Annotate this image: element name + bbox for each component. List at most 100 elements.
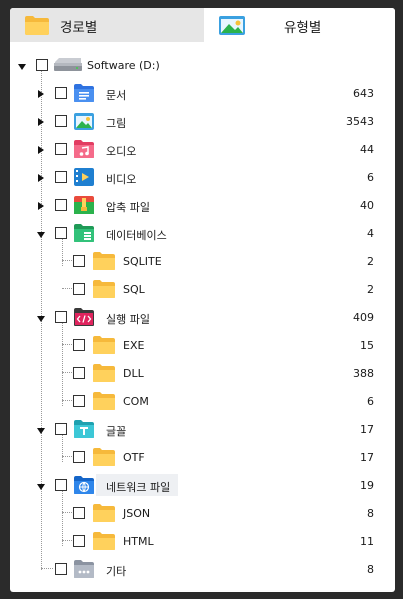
network-folder-icon	[73, 475, 95, 495]
tree-subitem-html[interactable]: HTML 11	[10, 528, 395, 556]
tree-item-documents[interactable]: 문서 643	[10, 80, 395, 108]
tree-item-label: HTML	[123, 535, 154, 548]
tree-item-network[interactable]: 네트워크 파일 19	[10, 472, 395, 500]
file-count: 17	[360, 451, 374, 464]
collapse-toggle[interactable]	[37, 484, 45, 490]
checkbox[interactable]	[55, 87, 67, 99]
tree-item-label: SQLITE	[123, 255, 162, 268]
checkbox[interactable]	[73, 395, 85, 407]
folder-icon	[92, 279, 115, 299]
checkbox[interactable]	[55, 311, 67, 323]
tree-item-executables[interactable]: 실행 파일 409	[10, 304, 395, 332]
tree-item-video[interactable]: 비디오 6	[10, 164, 395, 192]
tree-subitem-com[interactable]: COM 6	[10, 388, 395, 416]
checkbox[interactable]	[55, 479, 67, 491]
collapse-toggle[interactable]	[37, 316, 45, 322]
picture-folder-icon	[73, 111, 95, 131]
expand-toggle[interactable]	[38, 118, 44, 126]
file-count: 409	[353, 311, 374, 324]
tree-subitem-otf[interactable]: OTF 17	[10, 444, 395, 472]
file-count: 2	[367, 255, 374, 268]
tab-by-path[interactable]: 경로별	[10, 8, 204, 42]
tab-by-type[interactable]: 유형별	[204, 8, 395, 42]
folder-icon	[92, 531, 115, 551]
tree-item-label: 오디오	[106, 145, 137, 158]
checkbox[interactable]	[55, 143, 67, 155]
tree-item-label: 네트워크 파일	[106, 481, 171, 494]
checkbox[interactable]	[55, 563, 67, 575]
collapse-toggle[interactable]	[37, 232, 45, 238]
tab-by-path-label: 경로별	[60, 20, 98, 36]
checkbox[interactable]	[55, 423, 67, 435]
checkbox[interactable]	[55, 115, 67, 127]
tree-item-label: 압축 파일	[106, 201, 150, 214]
tree-item-label: SQL	[123, 283, 145, 296]
document-folder-icon	[73, 83, 95, 103]
tree-item-archives[interactable]: 압축 파일 40	[10, 192, 395, 220]
checkbox[interactable]	[73, 367, 85, 379]
folder-icon	[92, 391, 115, 411]
audio-folder-icon	[73, 139, 95, 159]
checkbox[interactable]	[55, 171, 67, 183]
checkbox[interactable]	[36, 59, 48, 71]
file-type-tree: Software (D:) 문서 643 그림 3543 오디오 44 비디오 …	[10, 42, 395, 592]
file-count: 388	[353, 367, 374, 380]
folder-icon	[92, 447, 115, 467]
checkbox[interactable]	[73, 507, 85, 519]
file-count: 40	[360, 199, 374, 212]
collapse-toggle[interactable]	[18, 64, 26, 70]
checkbox[interactable]	[73, 255, 85, 267]
tree-item-label: 실행 파일	[106, 313, 150, 326]
folder-icon	[92, 363, 115, 383]
file-count: 8	[367, 507, 374, 520]
font-folder-icon	[73, 419, 95, 439]
tree-item-label: EXE	[123, 339, 145, 352]
tree-root-row[interactable]: Software (D:)	[10, 52, 395, 80]
expand-toggle[interactable]	[38, 202, 44, 210]
checkbox[interactable]	[55, 227, 67, 239]
checkbox[interactable]	[73, 451, 85, 463]
file-count: 3543	[346, 115, 374, 128]
tree-item-label: DLL	[123, 367, 144, 380]
tree-root-label: Software (D:)	[87, 59, 160, 72]
file-count: 6	[367, 395, 374, 408]
tree-item-label: 비디오	[106, 173, 137, 186]
file-count: 19	[360, 479, 374, 492]
folder-icon	[24, 14, 50, 40]
database-folder-icon	[73, 223, 95, 243]
file-count: 8	[367, 563, 374, 576]
tree-item-label: OTF	[123, 451, 145, 464]
file-count: 6	[367, 171, 374, 184]
tree-item-label: 데이터베이스	[106, 229, 167, 242]
tree-item-label: 그림	[106, 117, 127, 130]
file-count: 15	[360, 339, 374, 352]
tree-item-audio[interactable]: 오디오 44	[10, 136, 395, 164]
expand-toggle[interactable]	[38, 90, 44, 98]
tree-item-other[interactable]: 기타 8	[10, 556, 395, 584]
tree-subitem-sql[interactable]: SQL 2	[10, 276, 395, 304]
tree-subitem-dll[interactable]: DLL 388	[10, 360, 395, 388]
tree-item-label: JSON	[123, 507, 151, 520]
video-folder-icon	[73, 167, 95, 187]
tree-item-label: 글꼴	[106, 425, 127, 438]
tree-subitem-sqlite[interactable]: SQLITE 2	[10, 248, 395, 276]
file-count: 17	[360, 423, 374, 436]
tree-subitem-exe[interactable]: EXE 15	[10, 332, 395, 360]
file-count: 4	[367, 227, 374, 240]
tab-bar: 경로별 유형별	[10, 8, 395, 42]
tree-item-database[interactable]: 데이터베이스 4	[10, 220, 395, 248]
drive-icon	[53, 57, 82, 77]
file-count: 44	[360, 143, 374, 156]
tree-subitem-json[interactable]: JSON 8	[10, 500, 395, 528]
tree-item-fonts[interactable]: 글꼴 17	[10, 416, 395, 444]
collapse-toggle[interactable]	[37, 428, 45, 434]
executable-folder-icon	[73, 307, 95, 327]
file-count: 2	[367, 283, 374, 296]
expand-toggle[interactable]	[38, 174, 44, 182]
tree-item-pictures[interactable]: 그림 3543	[10, 108, 395, 136]
checkbox[interactable]	[73, 535, 85, 547]
checkbox[interactable]	[55, 199, 67, 211]
checkbox[interactable]	[73, 339, 85, 351]
expand-toggle[interactable]	[38, 146, 44, 154]
checkbox[interactable]	[73, 283, 85, 295]
